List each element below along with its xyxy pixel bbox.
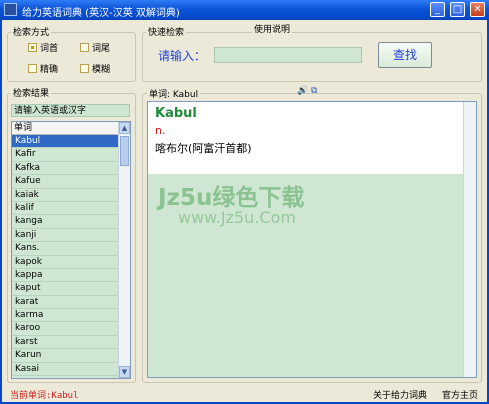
find-button[interactable]: 查找 <box>378 42 432 68</box>
list-scrollbar[interactable]: ▲ ▼ <box>118 122 130 378</box>
definition-panel[interactable]: Kabul n. 喀布尔(阿富汗首都) Jz5u绿色下载 www.Jz5u.Co… <box>147 101 477 378</box>
about-link[interactable]: 关于给力词典 <box>373 388 427 401</box>
definition-entry <box>148 102 476 174</box>
app-icon <box>4 3 17 16</box>
status-current-word: 当前单词:Kabul <box>10 391 79 401</box>
word-list[interactable]: 单词 Kabul Kafir Kafka Kafue kaiak kalif kanga ka… <box>11 121 131 379</box>
watermark-logo: Jz5u绿色下载 <box>158 185 305 211</box>
meaning-text: 喀布尔(阿富汗首都) <box>155 142 252 155</box>
scroll-up-icon[interactable]: ▲ <box>119 122 130 134</box>
search-mode-group <box>7 32 136 82</box>
watermark-url: www.Jz5u.Com <box>178 208 296 227</box>
quick-search-title: 快速检索 <box>146 25 187 38</box>
close-button[interactable]: ✕ <box>470 2 485 17</box>
checkbox-icon[interactable] <box>80 64 89 73</box>
scroll-down-icon[interactable]: ▼ <box>119 366 130 378</box>
copy-icon[interactable]: ⧉ <box>311 86 317 96</box>
list-item[interactable]: kanji <box>12 229 130 243</box>
scroll-thumb[interactable] <box>120 136 129 166</box>
list-item[interactable]: Kans. <box>12 242 130 256</box>
search-mode-title: 检索方式 <box>11 25 52 38</box>
option-prefix[interactable]: 词首 <box>28 41 58 54</box>
input-label: 请输入： <box>158 49 207 63</box>
speaker-icon[interactable]: 🔊 <box>297 86 308 96</box>
checkbox-icon[interactable] <box>28 64 37 73</box>
usage-link[interactable]: 使用说明 <box>252 22 293 35</box>
home-link[interactable]: 官方主页 <box>442 388 478 401</box>
option-suffix[interactable]: 词尾 <box>80 41 110 54</box>
search-input[interactable] <box>214 47 362 63</box>
checkbox-icon[interactable] <box>28 43 37 52</box>
list-item[interactable]: Kafir <box>12 148 130 162</box>
maximize-button[interactable]: □ <box>450 2 465 17</box>
window-title: 给力英语词典 (英汉-汉英 双解词典) <box>22 8 180 19</box>
list-item[interactable]: Kasai <box>12 363 130 377</box>
definition-scrollbar[interactable] <box>463 102 476 377</box>
current-word-label: 单词: Kabul <box>147 87 201 100</box>
list-item[interactable]: Kafue <box>12 175 130 189</box>
option-fuzzy[interactable]: 模糊 <box>80 62 110 75</box>
list-item[interactable]: karst <box>12 336 130 350</box>
results-title: 检索结果 <box>11 86 52 99</box>
word-rows: Kabul Kafir Kafka Kafue kaiak kalif kanga kanji… <box>12 135 130 377</box>
part-of-speech: n. <box>155 124 166 137</box>
list-item[interactable]: karoo <box>12 322 130 336</box>
minimize-button[interactable]: _ <box>430 2 445 17</box>
filter-input[interactable]: 请输入英语或汉字 <box>11 104 130 117</box>
list-item[interactable]: kapok <box>12 256 130 269</box>
list-item[interactable]: karma <box>12 309 130 323</box>
word-column-header[interactable]: 单词 <box>12 122 130 135</box>
list-item[interactable]: kalif <box>12 202 130 216</box>
list-item[interactable]: Karun <box>12 349 130 363</box>
list-item[interactable]: Kabul <box>12 135 130 149</box>
option-exact[interactable]: 精确 <box>28 62 58 75</box>
list-item[interactable]: kaiak <box>12 189 130 202</box>
headword: Kabul <box>155 106 197 121</box>
list-item[interactable]: karat <box>12 296 130 310</box>
list-item[interactable]: kappa <box>12 269 130 283</box>
list-item[interactable]: kaput <box>12 282 130 296</box>
title-bar[interactable]: 给力英语词典 (英汉-汉英 双解词典) _ □ ✕ <box>0 0 489 20</box>
list-item[interactable]: kanga <box>12 215 130 229</box>
checkbox-icon[interactable] <box>80 43 89 52</box>
list-item[interactable]: Kafka <box>12 162 130 176</box>
